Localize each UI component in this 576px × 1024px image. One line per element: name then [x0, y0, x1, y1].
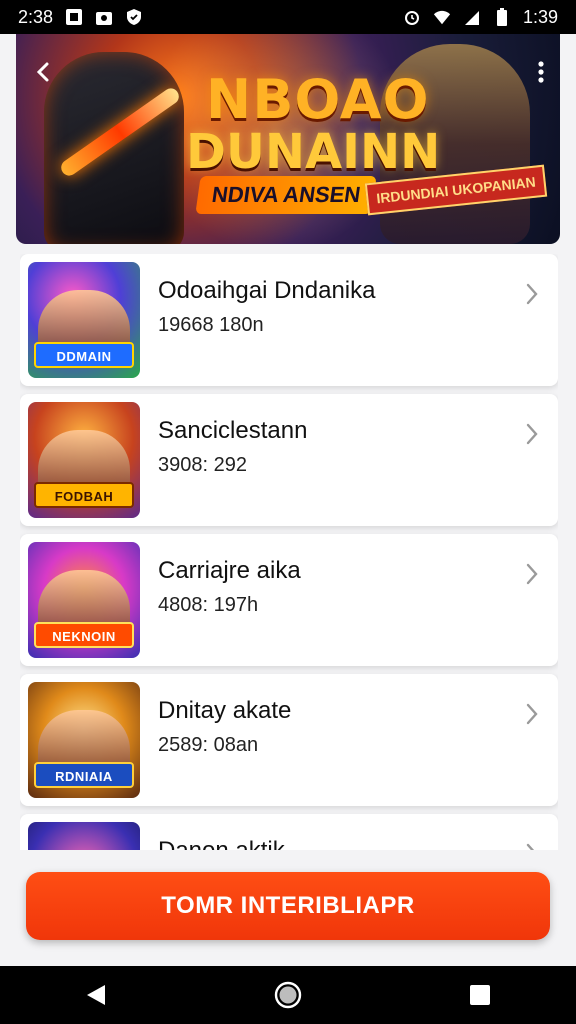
thumbnail-logo: NEKNOIN: [34, 622, 134, 648]
game-title: Odoaihgai Dndanika: [158, 277, 376, 304]
status-right: 1:39: [403, 7, 558, 28]
status-time-right: 1:39: [522, 6, 558, 27]
wifi-icon: [433, 8, 451, 26]
notification-bag-icon: [95, 8, 113, 26]
status-left: 2:38: [18, 7, 143, 28]
chevron-right-icon: [520, 282, 544, 306]
bottom-action-area: TOMR INTERIBLIAPR: [0, 850, 576, 966]
battery-icon: [493, 8, 511, 26]
more-options-button[interactable]: [526, 52, 556, 92]
game-title: Sanciclestann: [158, 417, 308, 444]
status-bar: 2:38 1:39: [0, 0, 576, 34]
card-text: Carriajre aika 4808: 197h: [158, 556, 301, 618]
card-text: Sanciclestann 3908: 292: [158, 416, 307, 478]
game-meta: 4808: 197h: [158, 594, 259, 616]
nav-recents-icon: [470, 985, 490, 1005]
hero-subtitle: NDIVA ANSEN: [195, 176, 377, 214]
nav-back-button[interactable]: [66, 966, 126, 1024]
game-thumbnail: RDNIAIA: [28, 682, 140, 798]
nav-recents-button[interactable]: [450, 966, 510, 1024]
back-arrow-icon: [36, 62, 49, 82]
game-title: Carriajre aika: [158, 557, 301, 584]
notification-app-icon: [65, 8, 83, 26]
chevron-right-icon: [520, 702, 544, 726]
signal-icon: [463, 8, 481, 26]
hero-title-line2: DUNAINN: [186, 124, 441, 180]
chevron-right-icon: [520, 842, 544, 850]
thumbnail-logo: DDMAIN: [34, 342, 134, 368]
nav-back-icon: [87, 985, 105, 1005]
game-title: Danon aktik: [158, 836, 285, 850]
thumbnail-logo: RDNIAIA: [34, 762, 134, 788]
status-time-left: 2:38: [18, 6, 54, 27]
alarm-icon: [403, 8, 421, 26]
list-item[interactable]: DDMAIN Odoaihgai Dndanika 19668 180n: [20, 254, 558, 386]
system-nav-bar: [0, 966, 576, 1024]
shield-icon: [125, 8, 143, 26]
card-text: Danon aktik: [158, 836, 285, 850]
hero-title-line1: NBOAO: [206, 68, 430, 131]
game-meta: 3908: 292: [158, 454, 247, 476]
game-list[interactable]: DDMAIN Odoaihgai Dndanika 19668 180n FOD…: [20, 254, 558, 850]
back-button[interactable]: [24, 52, 64, 92]
chevron-right-icon: [520, 422, 544, 446]
thumbnail-logo: FODBAH: [34, 482, 134, 508]
game-thumbnail: DDMAIN: [28, 262, 140, 378]
list-item[interactable]: Danon aktik: [20, 814, 558, 850]
nav-home-button[interactable]: [258, 966, 318, 1024]
list-item[interactable]: NEKNOIN Carriajre aika 4808: 197h: [20, 534, 558, 666]
game-meta: 2589: 08an: [158, 734, 259, 756]
game-title: Dnitay akate: [158, 697, 292, 724]
hero-banner[interactable]: NBOAO DUNAINN NDIVA ANSEN IRDUNDIAI UKOP…: [16, 34, 560, 244]
list-item[interactable]: FODBAH Sanciclestann 3908: 292: [20, 394, 558, 526]
card-text: Odoaihgai Dndanika 19668 180n: [158, 276, 376, 338]
list-item[interactable]: RDNIAIA Dnitay akate 2589: 08an: [20, 674, 558, 806]
card-text: Dnitay akate 2589: 08an: [158, 696, 291, 758]
primary-action-button[interactable]: TOMR INTERIBLIAPR: [26, 872, 550, 940]
nav-home-icon: [274, 981, 302, 1009]
game-meta: 19668 180n: [158, 314, 264, 336]
chevron-right-icon: [520, 562, 544, 586]
game-thumbnail: [28, 822, 140, 850]
more-vertical-icon: [538, 61, 544, 83]
hero-dark-warrior-art: [44, 52, 184, 244]
game-thumbnail: FODBAH: [28, 402, 140, 518]
game-thumbnail: NEKNOIN: [28, 542, 140, 658]
